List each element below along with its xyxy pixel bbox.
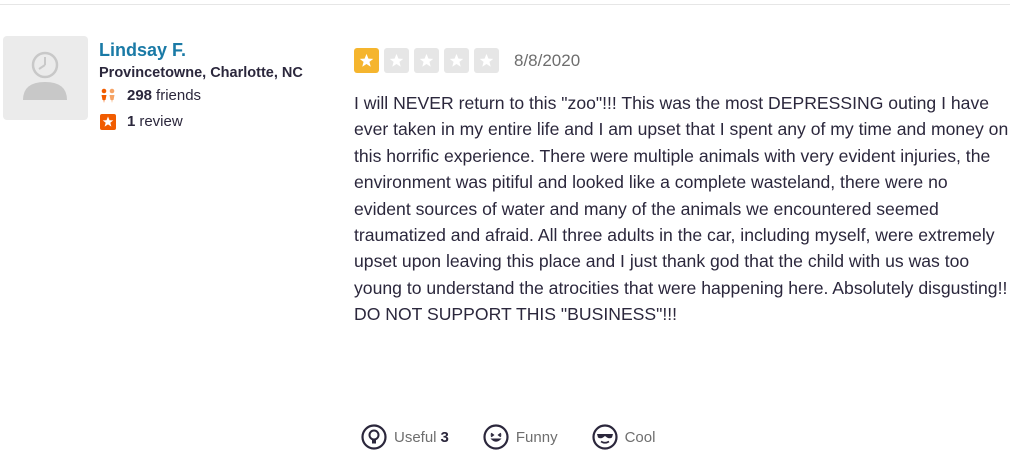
user-location: Provincetowne, Charlotte, NC — [99, 65, 303, 81]
cool-label: Cool — [624, 428, 656, 446]
sunglasses-face-icon — [591, 424, 618, 450]
star-empty-icon — [474, 48, 499, 73]
star-empty-icon — [384, 48, 409, 73]
laughing-face-icon — [483, 424, 509, 450]
review-rating-row: 8/8/2020 — [354, 48, 580, 73]
useful-count: 3 — [440, 428, 449, 446]
review-star-icon — [99, 113, 117, 131]
user-info: Lindsay F. Provincetowne, Charlotte, NC … — [99, 38, 339, 135]
star-empty-icon — [444, 48, 469, 73]
user-avatar[interactable] — [3, 36, 88, 120]
useful-button[interactable]: Useful 3 — [361, 424, 449, 450]
friends-icon — [99, 87, 117, 105]
reviews-count: 1 — [127, 113, 136, 130]
friends-count: 298 — [127, 87, 153, 104]
star-rating — [354, 48, 504, 73]
review-date: 8/8/2020 — [514, 51, 581, 70]
star-filled-icon — [354, 48, 379, 73]
user-name-link[interactable]: Lindsay F. — [99, 38, 339, 62]
lightbulb-icon — [361, 424, 387, 450]
default-avatar-icon — [23, 51, 67, 100]
reviews-label: review — [139, 113, 183, 130]
funny-label: Funny — [515, 428, 558, 446]
review-reactions: Useful 3 Funny Cool — [361, 424, 689, 450]
friends-stat: 298 friends — [99, 83, 339, 109]
friends-label: friends — [156, 87, 202, 104]
top-divider — [0, 4, 1010, 5]
useful-label: Useful — [394, 428, 437, 446]
review-text: I will NEVER return to this "zoo"!!! Thi… — [354, 93, 1009, 325]
star-empty-icon — [414, 48, 439, 73]
cool-button[interactable]: Cool — [591, 424, 656, 450]
funny-button[interactable]: Funny — [483, 424, 558, 450]
reviews-stat: 1 review — [99, 109, 339, 135]
